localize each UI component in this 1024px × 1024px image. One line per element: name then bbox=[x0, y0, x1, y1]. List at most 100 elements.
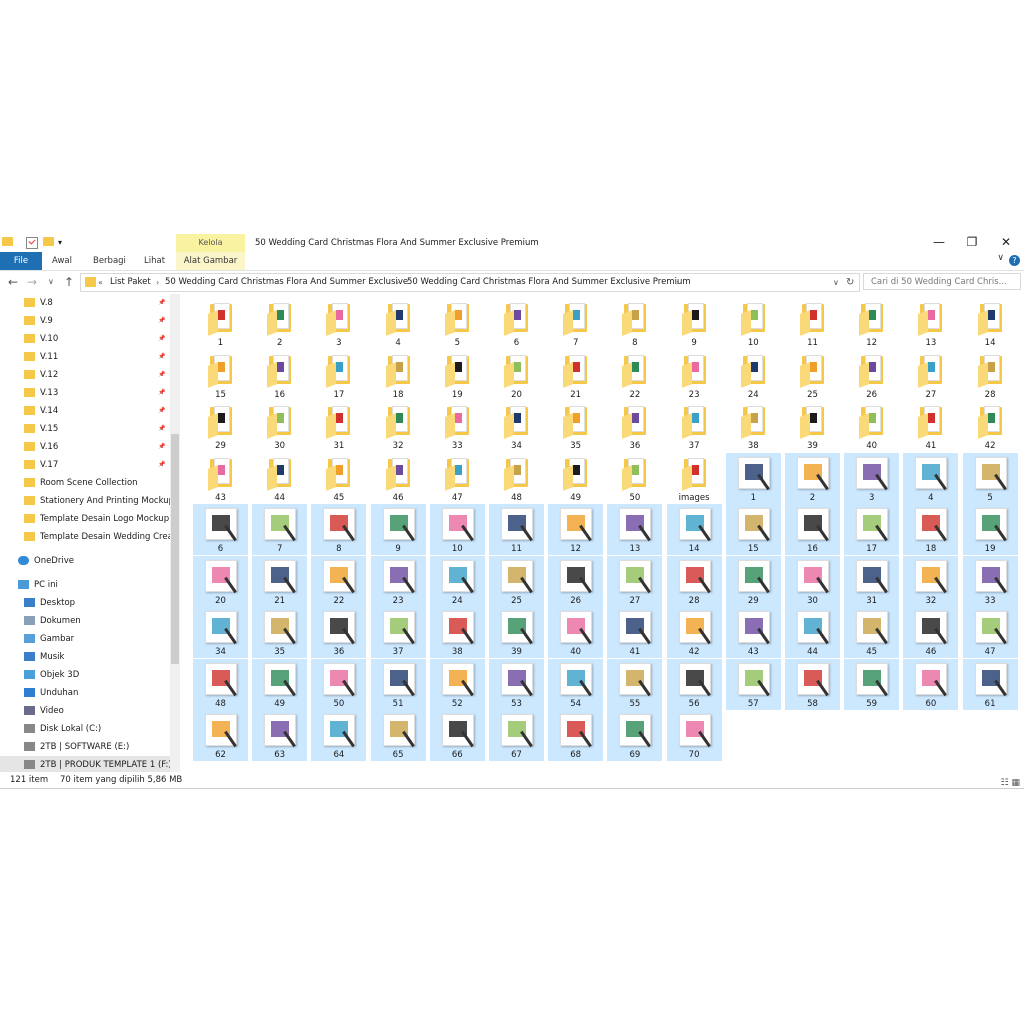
folder-item[interactable]: 39 bbox=[785, 401, 840, 452]
image-item[interactable]: 12 bbox=[548, 504, 604, 555]
folder-item[interactable]: 10 bbox=[726, 298, 781, 349]
folder-item[interactable]: 22 bbox=[607, 350, 662, 401]
folder-item[interactable]: 9 bbox=[667, 298, 722, 349]
image-item[interactable]: 38 bbox=[429, 607, 485, 658]
image-item[interactable]: 19 bbox=[962, 504, 1018, 555]
folder-item[interactable]: 20 bbox=[489, 350, 544, 401]
nav-item[interactable]: Stationery And Printing Mockup bbox=[0, 492, 170, 510]
folder-item[interactable]: 18 bbox=[371, 350, 426, 401]
breadcrumb-current-folder[interactable]: 50 Wedding Card Christmas Flora And Summ… bbox=[407, 274, 691, 291]
address-dropdown-icon[interactable]: ∨ bbox=[833, 274, 839, 291]
folder-item[interactable]: 19 bbox=[430, 350, 485, 401]
nav-item[interactable]: Template Desain Wedding Create bbox=[0, 528, 170, 546]
image-item[interactable]: 33 bbox=[962, 555, 1018, 607]
folder-item[interactable]: 4 bbox=[371, 298, 426, 349]
folder-item[interactable]: 27 bbox=[903, 350, 958, 401]
nav-item[interactable]: V.11 📌 bbox=[0, 348, 170, 366]
image-item[interactable]: 20 bbox=[193, 555, 248, 607]
folder-item[interactable]: 23 bbox=[667, 350, 722, 401]
folder-item[interactable]: 31 bbox=[311, 401, 366, 452]
pin-icon[interactable]: 📌 bbox=[158, 438, 165, 456]
image-item[interactable]: 53 bbox=[489, 658, 544, 710]
close-button[interactable]: ✕ bbox=[989, 232, 1023, 252]
nav-item[interactable]: V.17 📌 bbox=[0, 456, 170, 474]
image-item[interactable]: 10 bbox=[429, 504, 485, 555]
expand-ribbon-icon[interactable]: ∨ bbox=[997, 253, 1004, 263]
help-icon[interactable]: ? bbox=[1009, 255, 1020, 266]
image-item[interactable]: 4 bbox=[903, 452, 959, 504]
image-item[interactable]: 51 bbox=[370, 658, 426, 710]
image-item[interactable]: 23 bbox=[370, 555, 426, 607]
folder-item[interactable]: 30 bbox=[252, 401, 307, 452]
forward-button[interactable]: → bbox=[27, 272, 37, 292]
image-item[interactable]: 57 bbox=[725, 658, 781, 710]
image-item[interactable]: 15 bbox=[725, 504, 781, 555]
image-item[interactable]: 6 bbox=[193, 504, 248, 555]
image-item[interactable]: 5 bbox=[962, 452, 1018, 504]
folder-item[interactable]: images bbox=[667, 453, 722, 504]
nav-item[interactable]: 2TB | PRODUK TEMPLATE 1 (F:) bbox=[0, 756, 170, 772]
pin-icon[interactable]: 📌 bbox=[158, 384, 165, 402]
image-item[interactable]: 49 bbox=[252, 658, 308, 710]
nav-item[interactable]: V.9 📌 bbox=[0, 312, 170, 330]
folder-item[interactable]: 44 bbox=[252, 453, 307, 504]
image-item[interactable]: 37 bbox=[370, 607, 426, 658]
folder-item[interactable]: 29 bbox=[193, 401, 248, 452]
folder-item[interactable]: 8 bbox=[607, 298, 662, 349]
image-item[interactable]: 30 bbox=[785, 555, 840, 607]
image-item[interactable]: 59 bbox=[844, 658, 900, 710]
nav-item[interactable]: Template Desain Logo Mockup E bbox=[0, 510, 170, 528]
image-item[interactable]: 58 bbox=[785, 658, 840, 710]
nav-item[interactable]: Gambar bbox=[0, 630, 170, 648]
tab-alat-gambar[interactable]: Alat Gambar bbox=[176, 252, 245, 270]
pin-icon[interactable]: 📌 bbox=[158, 348, 165, 366]
image-item[interactable]: 22 bbox=[311, 555, 367, 607]
nav-item[interactable]: Dokumen bbox=[0, 612, 170, 630]
image-item[interactable]: 44 bbox=[785, 607, 840, 658]
folder-item[interactable]: 40 bbox=[844, 401, 899, 452]
properties-icon[interactable] bbox=[26, 237, 38, 249]
folder-item[interactable]: 37 bbox=[667, 401, 722, 452]
address-bar[interactable]: « List Paket › 50 Wedding Card Christmas… bbox=[80, 273, 860, 292]
nav-item[interactable]: Disk Lokal (C:) bbox=[0, 720, 170, 738]
image-item[interactable]: 48 bbox=[193, 658, 248, 710]
image-item[interactable]: 69 bbox=[607, 710, 663, 761]
pin-icon[interactable]: 📌 bbox=[158, 402, 165, 420]
image-item[interactable]: 63 bbox=[252, 710, 308, 761]
image-item[interactable]: 65 bbox=[370, 710, 426, 761]
pin-icon[interactable]: 📌 bbox=[158, 330, 165, 348]
folder-item[interactable]: 43 bbox=[193, 453, 248, 504]
folder-item[interactable]: 33 bbox=[430, 401, 485, 452]
tab-berbagi[interactable]: Berbagi bbox=[87, 252, 132, 270]
image-item[interactable]: 29 bbox=[725, 555, 781, 607]
image-item[interactable]: 17 bbox=[844, 504, 900, 555]
image-item[interactable]: 55 bbox=[607, 658, 663, 710]
nav-item[interactable]: V.14 📌 bbox=[0, 402, 170, 420]
nav-item[interactable]: Room Scene Collection bbox=[0, 474, 170, 492]
image-item[interactable]: 56 bbox=[666, 658, 722, 710]
view-toggle-icons[interactable]: ☷ ▦ bbox=[1001, 775, 1020, 791]
refresh-icon[interactable]: ↻ bbox=[846, 274, 854, 291]
image-item[interactable]: 52 bbox=[429, 658, 485, 710]
image-item[interactable]: 14 bbox=[666, 504, 722, 555]
breadcrumb-separator[interactable]: › bbox=[676, 274, 679, 291]
folder-item[interactable]: 13 bbox=[903, 298, 958, 349]
tab-awal[interactable]: Awal bbox=[46, 252, 78, 270]
image-item[interactable]: 16 bbox=[785, 504, 840, 555]
folder-item[interactable]: 46 bbox=[371, 453, 426, 504]
folder-item[interactable]: 21 bbox=[548, 350, 603, 401]
image-item[interactable]: 32 bbox=[903, 555, 959, 607]
image-item[interactable]: 43 bbox=[725, 607, 781, 658]
image-item[interactable]: 1 bbox=[725, 452, 781, 504]
breadcrumb-parent-folder[interactable]: 50 Wedding Card Christmas Flora And Summ… bbox=[165, 274, 408, 291]
image-item[interactable]: 7 bbox=[252, 504, 308, 555]
image-item[interactable]: 46 bbox=[903, 607, 959, 658]
image-item[interactable]: 70 bbox=[666, 710, 722, 761]
folder-item[interactable]: 28 bbox=[963, 350, 1018, 401]
folder-item[interactable]: 14 bbox=[963, 298, 1018, 349]
folder-item[interactable]: 2 bbox=[252, 298, 307, 349]
folder-item[interactable]: 11 bbox=[785, 298, 840, 349]
image-item[interactable]: 67 bbox=[489, 710, 544, 761]
nav-scrollbar-thumb[interactable] bbox=[171, 434, 179, 664]
pin-icon[interactable]: 📌 bbox=[158, 456, 165, 474]
